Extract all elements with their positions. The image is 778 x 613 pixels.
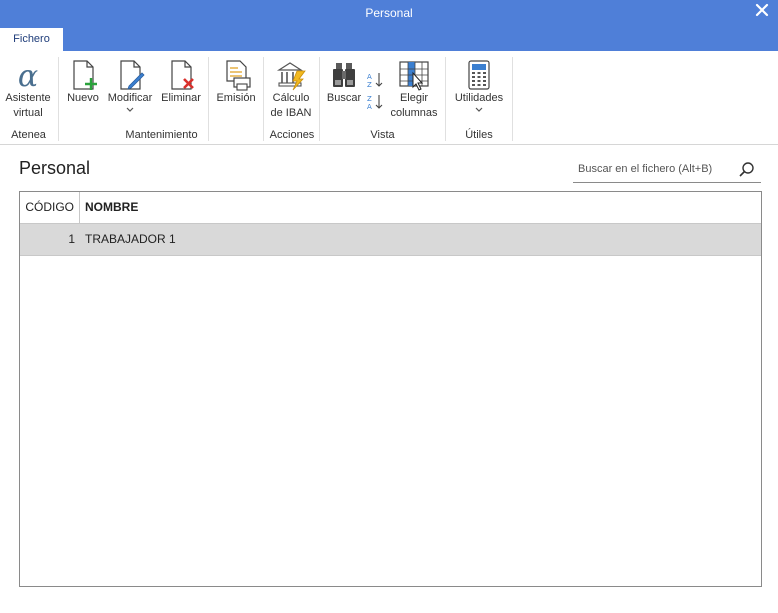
- search-icon[interactable]: [738, 161, 755, 178]
- tab-fichero[interactable]: Fichero: [0, 28, 63, 51]
- elegir-label-1: Elegir: [399, 92, 429, 104]
- bank-icon: [276, 62, 306, 91]
- svg-text:A: A: [367, 103, 372, 111]
- emision-label: Emisión: [216, 92, 256, 104]
- close-icon[interactable]: [754, 2, 770, 18]
- calculo-label-2: de IBAN: [270, 107, 312, 119]
- chevron-down-icon: [126, 107, 134, 112]
- modificar-button[interactable]: Modificar: [104, 59, 156, 113]
- group-label-mantenimiento: Mantenimiento: [125, 129, 198, 141]
- ribbon-tab-row: Fichero: [0, 26, 778, 51]
- window-title: Personal: [365, 6, 413, 20]
- utilidades-label: Utilidades: [454, 92, 504, 104]
- group-label-utiles: Útiles: [465, 129, 493, 141]
- elegir-columnas-button[interactable]: Elegir columnas: [388, 59, 440, 121]
- sort-az-icon: A Z: [367, 73, 383, 89]
- alpha-icon: α: [18, 59, 38, 91]
- separator: [58, 57, 59, 141]
- eliminar-label: Eliminar: [161, 92, 201, 104]
- page-title: Personal: [19, 158, 91, 178]
- buscar-button[interactable]: Buscar: [324, 59, 364, 106]
- svg-text:A: A: [367, 73, 372, 81]
- table-row[interactable]: 1 TRABAJADOR 1: [20, 224, 761, 256]
- data-table: CÓDIGO NOMBRE 1 TRABAJADOR 1: [19, 191, 762, 587]
- calculo-iban-button[interactable]: Cálculo de IBAN: [266, 59, 316, 121]
- column-header-codigo[interactable]: CÓDIGO: [20, 192, 80, 223]
- nuevo-label: Nuevo: [67, 92, 99, 104]
- svg-text:α: α: [18, 59, 38, 91]
- svg-text:Z: Z: [367, 95, 372, 103]
- binoculars-icon: [333, 63, 355, 87]
- cell-nombre: TRABAJADOR 1: [85, 232, 176, 246]
- asistente-virtual-button[interactable]: α Asistente virtual: [2, 59, 54, 121]
- ribbon: α Asistente virtual Atenea Nuevo Modific…: [0, 51, 778, 145]
- utilidades-button[interactable]: Utilidades: [450, 59, 508, 113]
- sort-za-icon: Z A: [367, 95, 383, 111]
- columns-icon: [399, 61, 429, 91]
- delete-document-icon: [171, 60, 194, 90]
- nuevo-button[interactable]: Nuevo: [63, 59, 103, 106]
- calculator-icon: [468, 60, 490, 90]
- group-label-acciones: Acciones: [269, 129, 315, 141]
- new-document-icon: [73, 60, 97, 90]
- title-bar: Personal: [0, 0, 778, 26]
- print-document-icon: [226, 60, 251, 91]
- buscar-label: Buscar: [326, 92, 362, 104]
- column-header-nombre[interactable]: NOMBRE: [85, 192, 138, 223]
- chevron-down-icon: [475, 107, 483, 112]
- search-field[interactable]: Buscar en el fichero (Alt+B): [573, 157, 761, 183]
- separator: [512, 57, 513, 141]
- eliminar-button[interactable]: Eliminar: [158, 59, 204, 106]
- group-label-atenea: Atenea: [11, 129, 46, 141]
- search-placeholder: Buscar en el fichero (Alt+B): [578, 163, 713, 175]
- group-label-vista: Vista: [370, 129, 395, 141]
- cell-codigo: 1: [68, 232, 75, 246]
- asistente-label-1: Asistente: [5, 92, 51, 104]
- table-header: CÓDIGO NOMBRE: [20, 192, 761, 224]
- modificar-label: Modificar: [107, 92, 153, 104]
- asistente-label-2: virtual: [13, 107, 43, 119]
- sort-ascending-button[interactable]: A Z: [366, 71, 386, 89]
- svg-text:Z: Z: [367, 81, 372, 89]
- elegir-label-2: columnas: [390, 107, 438, 119]
- calculo-label-1: Cálculo: [272, 92, 310, 104]
- edit-document-icon: [120, 60, 145, 90]
- emision-button[interactable]: Emisión: [213, 59, 259, 106]
- sort-descending-button[interactable]: Z A: [366, 93, 386, 111]
